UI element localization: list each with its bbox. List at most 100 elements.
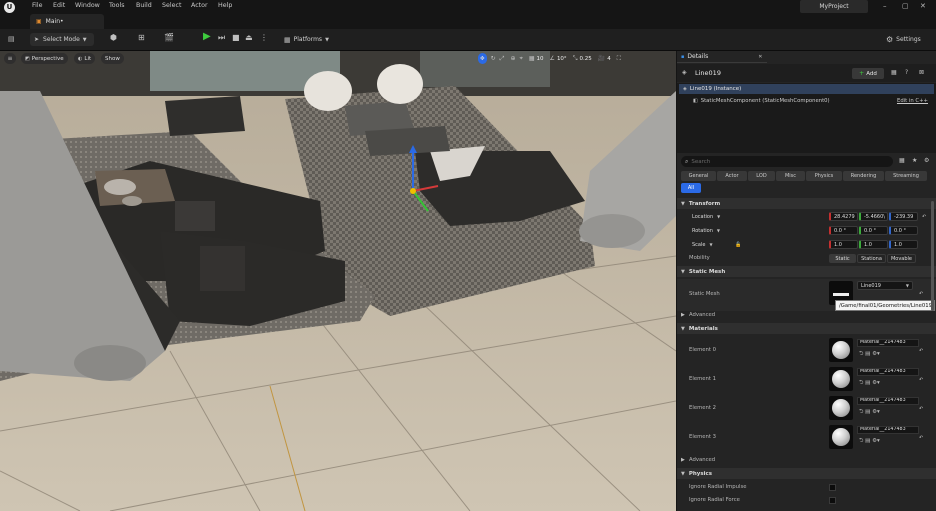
static-mesh-picker[interactable]: Line019 ▼ — [857, 281, 913, 290]
browse-arrow-icon[interactable]: ⮌ — [859, 350, 863, 358]
select-tool-icon[interactable]: ✥ — [478, 53, 487, 64]
scale-snap-icon[interactable]: ⤡ — [573, 55, 578, 63]
reset-icon[interactable]: ↶ — [919, 376, 923, 384]
transform-section[interactable]: ▼ Transform — [677, 198, 936, 209]
details-tab[interactable]: ▪ Details ✕ — [677, 51, 767, 63]
menu-select[interactable]: Select — [162, 2, 181, 9]
ignore-radial-impulse-checkbox[interactable] — [829, 484, 836, 491]
mobility-stationary[interactable]: Stationa — [857, 254, 886, 263]
grid-snap-value[interactable]: 10 — [537, 56, 544, 62]
world-local-icon[interactable]: ⊕ — [510, 55, 515, 63]
help-icon[interactable]: ? — [905, 69, 908, 77]
reset-icon[interactable]: ↶ — [919, 434, 923, 442]
details-scrollbar[interactable] — [931, 201, 934, 311]
category-actor[interactable]: Actor — [717, 171, 747, 181]
play-icon[interactable]: ▶ — [203, 32, 211, 42]
material-settings-icon[interactable]: ⚙▾ — [872, 350, 880, 358]
category-rendering[interactable]: Rendering — [843, 171, 884, 181]
search-input[interactable]: ⌕ Search — [681, 156, 893, 167]
tab-main[interactable]: ▣ Main• — [30, 14, 104, 29]
show-button[interactable]: Show — [101, 53, 124, 64]
reset-icon[interactable]: ↶ — [919, 347, 923, 355]
mobility-static[interactable]: Static — [829, 254, 856, 263]
add-content-icon[interactable]: ⬢ — [110, 34, 117, 42]
category-all[interactable]: All — [681, 183, 701, 193]
blueprint-convert-icon[interactable]: ▦ — [891, 69, 897, 77]
minimize-icon[interactable]: – — [883, 2, 887, 10]
instance-row[interactable]: ◈ Line019 (Instance) — [679, 84, 934, 94]
lock-icon[interactable]: ⊠ — [919, 69, 924, 77]
browse-folder-icon[interactable]: ▤ — [865, 408, 870, 416]
scale-y-field[interactable]: 1.0 — [859, 240, 888, 249]
category-general[interactable]: General — [681, 171, 716, 181]
scale-tool-icon[interactable]: ⤢ — [500, 55, 505, 63]
cinematics-icon[interactable]: 🎬 — [164, 34, 174, 42]
viewport-menu-button[interactable]: ≡ — [4, 53, 16, 64]
category-lod[interactable]: LOD — [748, 171, 775, 181]
browse-arrow-icon[interactable]: ⮌ — [859, 408, 863, 416]
maximize-icon[interactable]: ▢ — [902, 2, 909, 10]
material-settings-icon[interactable]: ⚙▾ — [872, 437, 880, 445]
material-picker[interactable]: Material__2147483 — [857, 368, 919, 376]
location-z-field[interactable]: -239.39 — [889, 212, 918, 221]
platforms-button[interactable]: ▦ Platforms ▼ — [280, 33, 332, 46]
ignore-radial-force-checkbox[interactable] — [829, 497, 836, 504]
static-mesh-section[interactable]: ▼ Static Mesh — [677, 266, 936, 277]
scale-x-field[interactable]: 1.0 — [829, 240, 858, 249]
settings-icon[interactable]: ⚙ — [924, 157, 929, 165]
perspective-button[interactable]: ◩ Perspective — [21, 53, 68, 64]
select-mode-button[interactable]: ➤ Select Mode ▼ — [30, 33, 94, 46]
material-picker[interactable]: Material__2147483 — [857, 339, 919, 347]
camera-speed-value[interactable]: 4 — [607, 56, 611, 62]
component-row[interactable]: ◧ StaticMeshComponent (StaticMeshCompone… — [679, 96, 934, 106]
menu-build[interactable]: Build — [136, 2, 152, 9]
step-icon[interactable]: ⏭ — [218, 34, 225, 42]
close-icon[interactable]: ✕ — [920, 2, 926, 10]
material-settings-icon[interactable]: ⚙▾ — [872, 408, 880, 416]
menu-tools[interactable]: Tools — [109, 2, 125, 9]
category-misc[interactable]: Misc — [776, 171, 805, 181]
camera-speed-icon[interactable]: 🎥 — [598, 55, 605, 63]
more-options-icon[interactable]: ⋮ — [260, 34, 268, 42]
scale-snap-value[interactable]: 0.25 — [580, 56, 592, 62]
material-thumbnail[interactable] — [829, 338, 853, 362]
surface-snap-icon[interactable]: ⌖ — [519, 55, 522, 63]
lit-button[interactable]: ◐ Lit — [74, 53, 96, 64]
material-thumbnail[interactable] — [829, 367, 853, 391]
rotation-snap-value[interactable]: 10° — [557, 56, 567, 62]
menu-actor[interactable]: Actor — [191, 2, 208, 9]
rotation-x-field[interactable]: 0.0 ° — [829, 226, 858, 235]
close-tab-icon[interactable]: ✕ — [758, 53, 762, 61]
material-thumbnail[interactable] — [829, 396, 853, 420]
material-thumbnail[interactable] — [829, 425, 853, 449]
scale-lock-icon[interactable]: 🔓 — [735, 241, 741, 249]
static-mesh-advanced-row[interactable]: ▶ Advanced — [677, 310, 936, 320]
reset-icon[interactable]: ↶ — [919, 290, 923, 298]
menu-file[interactable]: File — [32, 2, 43, 9]
material-picker[interactable]: Material__2147483 — [857, 397, 919, 405]
mobility-movable[interactable]: Movable — [887, 254, 916, 263]
scene-render[interactable] — [0, 51, 676, 511]
location-x-field[interactable]: 28.4279 — [829, 212, 858, 221]
favorites-icon[interactable]: ★ — [912, 157, 917, 165]
category-streaming[interactable]: Streaming — [885, 171, 927, 181]
save-icon[interactable]: ▤ — [8, 35, 15, 43]
browse-folder-icon[interactable]: ▤ — [865, 350, 870, 358]
rotation-dropdown[interactable]: Rotation ▼ — [689, 226, 729, 235]
rotation-z-field[interactable]: 0.0 ° — [889, 226, 918, 235]
browse-folder-icon[interactable]: ▤ — [865, 379, 870, 387]
browse-arrow-icon[interactable]: ⮌ — [859, 437, 863, 445]
physics-section[interactable]: ▼ Physics — [677, 468, 936, 479]
materials-section[interactable]: ▼ Materials — [677, 323, 936, 334]
blueprint-icon[interactable]: ⊞ — [138, 34, 145, 42]
material-picker[interactable]: Material__2147483 — [857, 426, 919, 434]
rotate-tool-icon[interactable]: ↻ — [491, 55, 496, 63]
property-matrix-icon[interactable]: ▦ — [899, 157, 905, 165]
location-dropdown[interactable]: Location ▼ — [689, 212, 729, 221]
materials-advanced-row[interactable]: ▶ Advanced — [677, 455, 936, 465]
add-component-button[interactable]: + Add — [852, 68, 884, 79]
scale-z-field[interactable]: 1.0 — [889, 240, 918, 249]
material-settings-icon[interactable]: ⚙▾ — [872, 379, 880, 387]
menu-help[interactable]: Help — [218, 2, 232, 9]
category-physics[interactable]: Physics — [806, 171, 842, 181]
